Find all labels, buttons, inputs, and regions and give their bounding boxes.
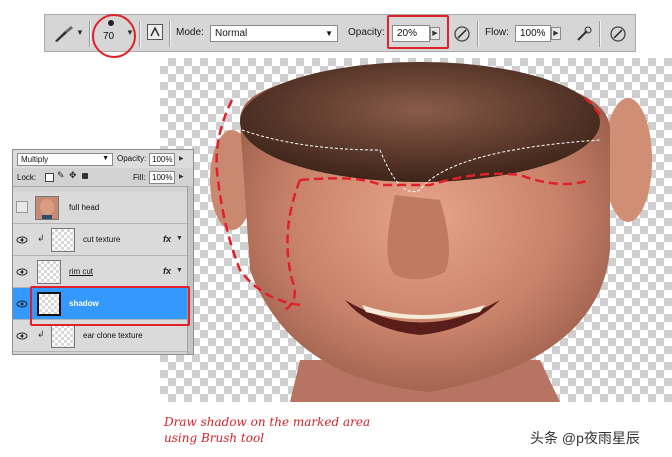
- layer-thumbnail: [51, 228, 75, 252]
- mode-label: Mode:: [176, 27, 204, 38]
- opacity-label: Opacity:: [348, 27, 385, 38]
- clipping-arrow-icon: ↲: [37, 233, 45, 243]
- layer-thumbnail-face: [35, 196, 59, 220]
- flow-input-value: 100%: [520, 28, 546, 39]
- pressure-size-icon[interactable]: [609, 25, 627, 43]
- layer-opacity-arrow[interactable]: ▶: [179, 155, 184, 162]
- lock-row: Lock: ✎ ✥ Fill: 100% ▶: [13, 168, 193, 187]
- layer-row-full-head[interactable]: full head: [13, 192, 187, 224]
- layer-opacity-input[interactable]: 100%: [149, 153, 175, 166]
- layer-thumbnail: [51, 324, 75, 348]
- fill-label: Fill:: [133, 173, 146, 182]
- layer-name: full head: [69, 203, 100, 212]
- layer-name: ear clone texture: [83, 331, 143, 340]
- layer-opacity-label: Opacity:: [117, 154, 147, 163]
- layer-row-rim-cut[interactable]: rim cut fx ▼: [13, 256, 187, 288]
- lock-all-padlock-icon[interactable]: [82, 173, 88, 179]
- fill-arrow[interactable]: ▶: [179, 173, 184, 180]
- watermark-text: 头条 @p夜雨星辰: [530, 430, 640, 446]
- brush-panel-toggle-icon[interactable]: [147, 24, 163, 40]
- opacity-highlight: [387, 15, 449, 49]
- layer-opacity-value: 100%: [152, 155, 173, 164]
- blend-mode-select[interactable]: Multiply ▼: [17, 153, 113, 166]
- brush-tool-icon[interactable]: [53, 25, 73, 43]
- flow-label: Flow:: [485, 27, 509, 38]
- layers-panel-header: Multiply ▼ Opacity: 100% ▶: [13, 150, 193, 168]
- right-ear: [604, 98, 652, 222]
- visibility-toggle-empty[interactable]: [16, 201, 28, 213]
- eye-icon[interactable]: [16, 265, 28, 277]
- fx-expand-arrow[interactable]: ▼: [176, 235, 183, 242]
- pressure-opacity-icon[interactable]: [453, 25, 471, 43]
- layer-name: cut texture: [83, 235, 121, 244]
- caption-line-2: using Brush tool: [164, 431, 265, 445]
- lock-label: Lock:: [17, 173, 37, 182]
- eye-icon[interactable]: [16, 233, 28, 245]
- mode-select-value: Normal: [215, 28, 248, 39]
- layer-name: rim cut: [69, 267, 93, 276]
- fill-input[interactable]: 100%: [149, 171, 175, 184]
- layer-row-cut-texture[interactable]: ↲ cut texture fx ▼: [13, 224, 187, 256]
- flow-input[interactable]: 100%: [515, 25, 551, 42]
- caption-line-1: Draw shadow on the marked area: [164, 415, 371, 429]
- clipping-arrow-icon: ↲: [37, 329, 45, 339]
- layer-thumbnail: [37, 260, 61, 284]
- eye-icon[interactable]: [16, 297, 28, 309]
- flow-slider-arrow[interactable]: ▶: [551, 27, 561, 40]
- brush-size-highlight: [92, 14, 136, 58]
- fill-value: 100%: [152, 173, 173, 182]
- fx-icon[interactable]: fx: [163, 234, 171, 244]
- fx-expand-arrow[interactable]: ▼: [176, 267, 183, 274]
- chevron-down-icon: ▼: [325, 29, 333, 38]
- lock-image-brush-icon[interactable]: ✎: [57, 170, 65, 181]
- chevron-down-icon: ▼: [102, 155, 109, 162]
- layers-scrollbar[interactable]: [187, 186, 193, 354]
- airbrush-icon[interactable]: [575, 25, 593, 43]
- mode-select[interactable]: Normal ▼: [210, 25, 338, 42]
- lock-position-move-icon[interactable]: ✥: [69, 170, 77, 181]
- blend-mode-value: Multiply: [21, 155, 49, 164]
- instruction-caption: Draw shadow on the marked area using Bru…: [164, 414, 370, 446]
- nose: [387, 195, 449, 280]
- tool-preset-dropdown-arrow[interactable]: ▼: [76, 28, 84, 37]
- eye-icon[interactable]: [16, 329, 28, 341]
- lock-transparent-icon[interactable]: [45, 173, 54, 182]
- fx-icon[interactable]: fx: [163, 266, 171, 276]
- skull-cavity: [240, 62, 600, 182]
- shadow-layer-highlight: [30, 286, 190, 326]
